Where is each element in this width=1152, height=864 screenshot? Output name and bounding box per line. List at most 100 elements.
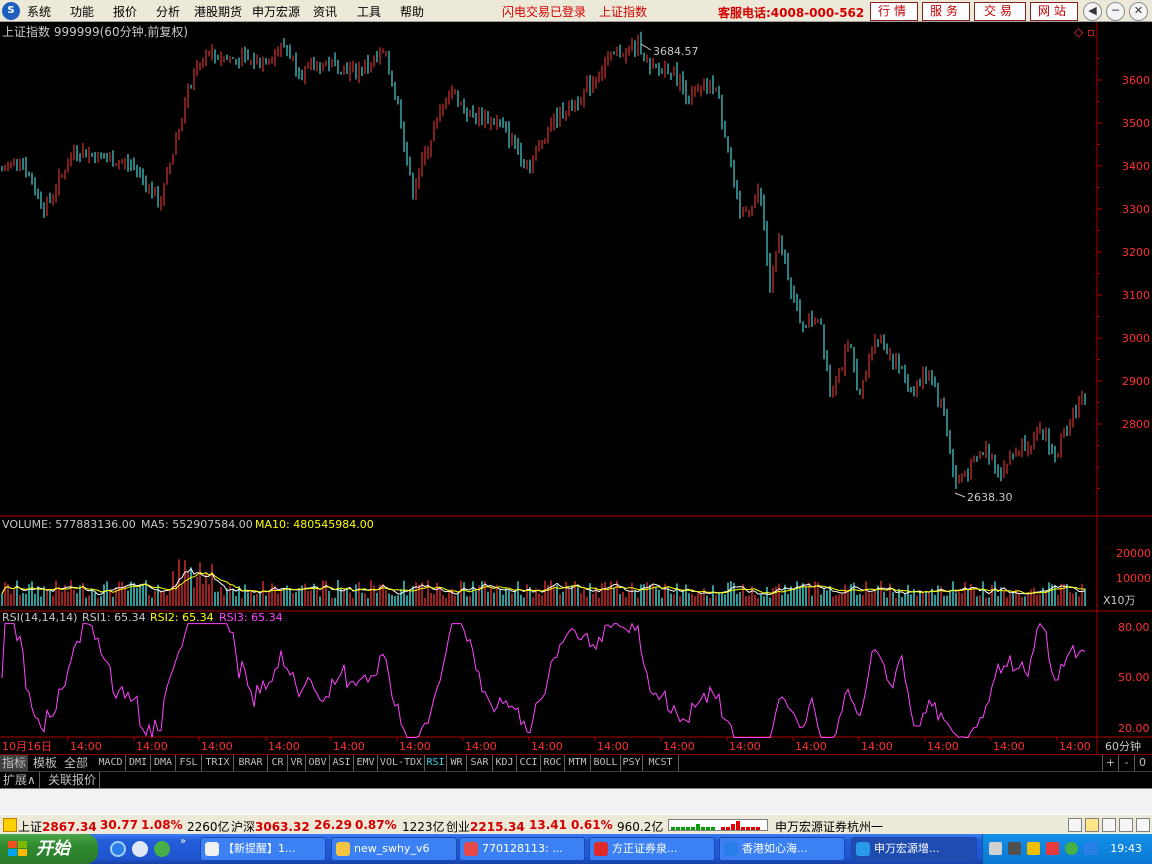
period-label: 60分钟 xyxy=(1105,739,1141,753)
menu-function[interactable]: 功能 xyxy=(70,3,94,20)
expand-button[interactable]: 扩展∧ xyxy=(0,772,40,788)
indicator-tab-rsi[interactable]: RSI xyxy=(425,755,447,771)
price-tick-label: 3300 xyxy=(1122,203,1150,216)
index-hs-pct: 0.87% xyxy=(355,818,397,832)
time-axis-label: 14:00 xyxy=(663,740,695,753)
quotes-button[interactable]: 行情 xyxy=(870,2,918,21)
tray-monitor-icon[interactable] xyxy=(1008,842,1021,855)
time-axis-label: 10月16日 xyxy=(2,740,52,753)
lock-icon[interactable] xyxy=(1085,818,1099,832)
browser-icon[interactable] xyxy=(154,841,170,857)
tab-indicators[interactable]: 指标 xyxy=(0,755,29,771)
tray-play-icon[interactable] xyxy=(1065,842,1078,855)
menu-system[interactable]: 系统 xyxy=(27,3,51,20)
time-axis-label: 14:00 xyxy=(1059,740,1091,753)
network-icon[interactable] xyxy=(1119,818,1133,832)
price-tick-label: 3200 xyxy=(1122,246,1150,259)
taskbar-item[interactable]: 【新提醒】1... xyxy=(200,837,326,861)
close-icon[interactable]: ✕ xyxy=(1129,2,1148,21)
rsi-tick-label: 20.00 xyxy=(1118,722,1150,735)
taskbar-item[interactable]: 770128113: ... xyxy=(459,837,585,861)
indicator-tab-vr[interactable]: VR xyxy=(288,755,306,771)
taskbar-item[interactable]: 香港如心海... xyxy=(719,837,845,861)
indicator-tab-obv[interactable]: OBV xyxy=(306,755,330,771)
index-hs-change: 26.29 xyxy=(314,818,352,832)
indicator-tab-sar[interactable]: SAR xyxy=(467,755,493,771)
more-quicklaunch-icon[interactable]: » xyxy=(180,836,186,847)
back-icon[interactable]: ◀ xyxy=(1083,2,1102,21)
indicator-tab-macd[interactable]: MACD xyxy=(96,755,126,771)
desktop-icon[interactable] xyxy=(132,841,148,857)
time-axis-label: 14:00 xyxy=(136,740,168,753)
time-axis-label: 14:00 xyxy=(201,740,233,753)
minimize-icon[interactable]: ─ xyxy=(1106,2,1125,21)
login-status: 闪电交易已登录 xyxy=(502,5,587,19)
indicator-tab-psy[interactable]: PSY xyxy=(621,755,643,771)
alert-icon[interactable] xyxy=(3,818,17,832)
rsi3-label: RSI3: 65.34 xyxy=(219,611,283,624)
signal-icon[interactable] xyxy=(1102,818,1116,832)
settings-icon[interactable] xyxy=(1136,818,1150,832)
low-marker: 2638.30 xyxy=(954,491,1013,504)
ma10-label: MA10: 480545984.00 xyxy=(255,518,374,531)
menu-tools[interactable]: 工具 xyxy=(357,3,381,20)
related-quotes-tab[interactable]: 关联报价 xyxy=(45,772,101,788)
indicator-tab-brar[interactable]: BRAR xyxy=(234,755,268,771)
ie-icon[interactable] xyxy=(110,841,126,857)
menu-help[interactable]: 帮助 xyxy=(400,3,424,20)
indicator-tab-boll[interactable]: BOLL xyxy=(591,755,621,771)
rsi-title: RSI(14,14,14) xyxy=(2,611,77,624)
menu-quotes[interactable]: 报价 xyxy=(113,3,137,20)
window-icon[interactable] xyxy=(1068,818,1082,832)
trade-button[interactable]: 交易 xyxy=(974,2,1026,21)
indicator-tab-vol-tdx[interactable]: VOL-TDX xyxy=(378,755,425,771)
indicator-tab-emv[interactable]: EMV xyxy=(354,755,378,771)
time-axis-label: 14:00 xyxy=(861,740,893,753)
windows-flag-icon xyxy=(8,841,27,856)
menu-shenwan[interactable]: 申万宏源 xyxy=(252,3,300,20)
indicator-tab-fsl[interactable]: FSL xyxy=(176,755,202,771)
tab-all[interactable]: 全部 xyxy=(62,755,90,771)
indicator-tab-mtm[interactable]: MTM xyxy=(565,755,591,771)
indicator-tab-kdj[interactable]: KDJ xyxy=(493,755,517,771)
index-sh-pct: 1.08% xyxy=(141,818,183,832)
tray-security-icon[interactable] xyxy=(1046,842,1059,855)
menu-news[interactable]: 资讯 xyxy=(313,3,337,20)
indicator-tab-trix[interactable]: TRIX xyxy=(202,755,234,771)
reset-button[interactable]: 0 xyxy=(1134,755,1150,771)
tray-network-icon[interactable] xyxy=(989,842,1002,855)
time-axis-label: 14:00 xyxy=(729,740,761,753)
tray-shield-icon[interactable] xyxy=(1084,842,1097,855)
kline-chart[interactable]: 3600 3500 3400 3300 3200 3100 3000 2900 2800 2000… xyxy=(0,22,1152,755)
tab-templates[interactable]: 模板 xyxy=(31,755,59,771)
chart-area[interactable]: 3600 3500 3400 3300 3200 3100 3000 2900 2800 2000… xyxy=(0,22,1152,755)
time-axis-label: 14:00 xyxy=(597,740,629,753)
indicator-tab-dma[interactable]: DMA xyxy=(151,755,176,771)
rsi-tick-label: 50.00 xyxy=(1118,671,1150,684)
indicator-tab-roc[interactable]: ROC xyxy=(541,755,565,771)
website-button[interactable]: 网站 xyxy=(1030,2,1078,21)
time-axis-label: 14:00 xyxy=(993,740,1025,753)
taskbar-item[interactable]: 方正证券泉... xyxy=(589,837,715,861)
index-sh[interactable]: 上证2867.34 xyxy=(18,818,97,835)
indicator-tab-mcst[interactable]: MCST xyxy=(643,755,679,771)
indicator-tab-dmi[interactable]: DMI xyxy=(126,755,151,771)
index-hs[interactable]: 沪深3063.32 xyxy=(231,818,310,835)
menu-hk-futures[interactable]: 港股期货 xyxy=(194,3,242,20)
start-button[interactable]: 开始 xyxy=(0,834,98,864)
zoom-out-button[interactable]: - xyxy=(1118,755,1134,771)
menu-analysis[interactable]: 分析 xyxy=(156,3,180,20)
taskbar-item-label: 方正证券泉... xyxy=(612,842,678,855)
taskbar-item[interactable]: 申万宏源增... xyxy=(851,837,977,861)
zoom-in-button[interactable]: + xyxy=(1102,755,1118,771)
tray-app-icon[interactable] xyxy=(1027,842,1040,855)
index-cy[interactable]: 创业2215.34 xyxy=(446,818,525,835)
service-button[interactable]: 服务 xyxy=(922,2,970,21)
indicator-tab-wr[interactable]: WR xyxy=(447,755,467,771)
indicator-tab-asi[interactable]: ASI xyxy=(330,755,354,771)
app-logo-icon: S xyxy=(2,2,20,20)
indicator-tab-cci[interactable]: CCI xyxy=(517,755,541,771)
taskbar-app-icon xyxy=(594,842,608,856)
indicator-tab-cr[interactable]: CR xyxy=(268,755,288,771)
taskbar-item[interactable]: new_swhy_v6 xyxy=(331,837,457,861)
